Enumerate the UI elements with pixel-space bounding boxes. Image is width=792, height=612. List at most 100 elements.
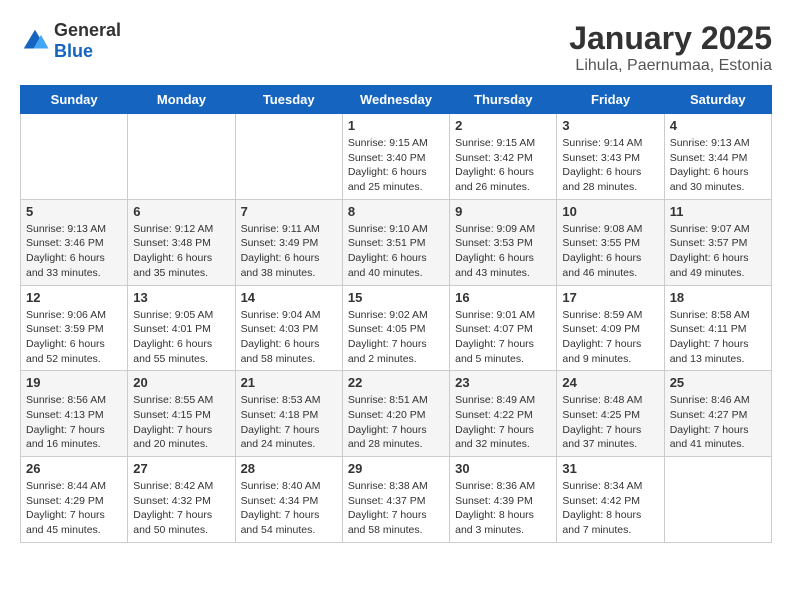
day-number-7: 7 (241, 204, 337, 219)
day-info-18: Sunrise: 8:58 AM Sunset: 4:11 PM Dayligh… (670, 308, 766, 367)
day-number-13: 13 (133, 290, 229, 305)
day-cell-5: 5 Sunrise: 9:13 AM Sunset: 3:46 PM Daylig… (21, 199, 128, 285)
week-row-2: 5 Sunrise: 9:13 AM Sunset: 3:46 PM Daylig… (21, 199, 772, 285)
day-info-9: Sunrise: 9:09 AM Sunset: 3:53 PM Dayligh… (455, 222, 551, 281)
day-number-6: 6 (133, 204, 229, 219)
weekday-header-tuesday: Tuesday (235, 86, 342, 114)
day-number-26: 26 (26, 461, 122, 476)
day-number-31: 31 (562, 461, 658, 476)
title-block: January 2025 Lihula, Paernumaa, Estonia (569, 20, 772, 75)
day-cell-29: 29Sunrise: 8:38 AM Sunset: 4:37 PM Dayli… (342, 457, 449, 543)
day-number-4: 4 (670, 118, 766, 133)
weekday-header-friday: Friday (557, 86, 664, 114)
day-info-31: Sunrise: 8:34 AM Sunset: 4:42 PM Dayligh… (562, 479, 658, 538)
day-info-26: Sunrise: 8:44 AM Sunset: 4:29 PM Dayligh… (26, 479, 122, 538)
day-info-7: Sunrise: 9:11 AM Sunset: 3:49 PM Dayligh… (241, 222, 337, 281)
day-number-8: 8 (348, 204, 444, 219)
day-info-24: Sunrise: 8:48 AM Sunset: 4:25 PM Dayligh… (562, 393, 658, 452)
day-info-1: Sunrise: 9:15 AM Sunset: 3:40 PM Dayligh… (348, 136, 444, 195)
day-number-30: 30 (455, 461, 551, 476)
day-info-15: Sunrise: 9:02 AM Sunset: 4:05 PM Dayligh… (348, 308, 444, 367)
day-info-11: Sunrise: 9:07 AM Sunset: 3:57 PM Dayligh… (670, 222, 766, 281)
day-cell-20: 20Sunrise: 8:55 AM Sunset: 4:15 PM Dayli… (128, 371, 235, 457)
day-number-23: 23 (455, 375, 551, 390)
day-cell-17: 17Sunrise: 8:59 AM Sunset: 4:09 PM Dayli… (557, 285, 664, 371)
day-number-17: 17 (562, 290, 658, 305)
day-cell-4: 4 Sunrise: 9:13 AM Sunset: 3:44 PM Daylig… (664, 114, 771, 200)
day-cell-23: 23Sunrise: 8:49 AM Sunset: 4:22 PM Dayli… (450, 371, 557, 457)
weekday-header-row: SundayMondayTuesdayWednesdayThursdayFrid… (21, 86, 772, 114)
day-cell-18: 18 Sunrise: 8:58 AM Sunset: 4:11 PM Dayli… (664, 285, 771, 371)
day-info-16: Sunrise: 9:01 AM Sunset: 4:07 PM Dayligh… (455, 308, 551, 367)
weekday-header-thursday: Thursday (450, 86, 557, 114)
day-cell-26: 26 Sunrise: 8:44 AM Sunset: 4:29 PM Dayli… (21, 457, 128, 543)
day-number-16: 16 (455, 290, 551, 305)
day-cell-16: 16 Sunrise: 9:01 AM Sunset: 4:07 PM Dayli… (450, 285, 557, 371)
page-header: General Blue January 2025 Lihula, Paernu… (20, 20, 772, 75)
day-cell-10: 10 Sunrise: 9:08 AM Sunset: 3:55 PM Dayli… (557, 199, 664, 285)
day-info-2: Sunrise: 9:15 AM Sunset: 3:42 PM Dayligh… (455, 136, 551, 195)
day-cell-3: 3 Sunrise: 9:14 AM Sunset: 3:43 PM Daylig… (557, 114, 664, 200)
day-cell-25: 25 Sunrise: 8:46 AM Sunset: 4:27 PM Dayli… (664, 371, 771, 457)
day-number-15: 15 (348, 290, 444, 305)
day-info-6: Sunrise: 9:12 AM Sunset: 3:48 PM Dayligh… (133, 222, 229, 281)
day-number-21: 21 (241, 375, 337, 390)
day-number-9: 9 (455, 204, 551, 219)
day-number-18: 18 (670, 290, 766, 305)
day-info-13: Sunrise: 9:05 AM Sunset: 4:01 PM Dayligh… (133, 308, 229, 367)
day-info-30: Sunrise: 8:36 AM Sunset: 4:39 PM Dayligh… (455, 479, 551, 538)
day-cell-28: 28 Sunrise: 8:40 AM Sunset: 4:34 PM Dayli… (235, 457, 342, 543)
day-number-20: 20 (133, 375, 229, 390)
day-number-27: 27 (133, 461, 229, 476)
day-number-10: 10 (562, 204, 658, 219)
logo-text-blue: Blue (54, 41, 93, 61)
calendar-subtitle: Lihula, Paernumaa, Estonia (569, 57, 772, 75)
day-cell-7: 7 Sunrise: 9:11 AM Sunset: 3:49 PM Daylig… (235, 199, 342, 285)
day-number-11: 11 (670, 204, 766, 219)
logo-text-general: General (54, 20, 121, 40)
day-number-14: 14 (241, 290, 337, 305)
day-info-12: Sunrise: 9:06 AM Sunset: 3:59 PM Dayligh… (26, 308, 122, 367)
day-number-25: 25 (670, 375, 766, 390)
day-cell-22: 22Sunrise: 8:51 AM Sunset: 4:20 PM Dayli… (342, 371, 449, 457)
week-row-5: 26 Sunrise: 8:44 AM Sunset: 4:29 PM Dayli… (21, 457, 772, 543)
day-info-3: Sunrise: 9:14 AM Sunset: 3:43 PM Dayligh… (562, 136, 658, 195)
day-info-19: Sunrise: 8:56 AM Sunset: 4:13 PM Dayligh… (26, 393, 122, 452)
day-cell-27: 27 Sunrise: 8:42 AM Sunset: 4:32 PM Dayli… (128, 457, 235, 543)
day-info-5: Sunrise: 9:13 AM Sunset: 3:46 PM Dayligh… (26, 222, 122, 281)
day-info-27: Sunrise: 8:42 AM Sunset: 4:32 PM Dayligh… (133, 479, 229, 538)
day-number-28: 28 (241, 461, 337, 476)
day-info-4: Sunrise: 9:13 AM Sunset: 3:44 PM Dayligh… (670, 136, 766, 195)
day-number-19: 19 (26, 375, 122, 390)
day-cell-6: 6 Sunrise: 9:12 AM Sunset: 3:48 PM Daylig… (128, 199, 235, 285)
logo-icon (20, 26, 50, 56)
day-number-2: 2 (455, 118, 551, 133)
week-row-1: 1 Sunrise: 9:15 AM Sunset: 3:40 PM Daylig… (21, 114, 772, 200)
day-number-5: 5 (26, 204, 122, 219)
day-number-3: 3 (562, 118, 658, 133)
weekday-header-monday: Monday (128, 86, 235, 114)
day-info-8: Sunrise: 9:10 AM Sunset: 3:51 PM Dayligh… (348, 222, 444, 281)
day-cell-1: 1 Sunrise: 9:15 AM Sunset: 3:40 PM Daylig… (342, 114, 449, 200)
day-number-1: 1 (348, 118, 444, 133)
day-cell-12: 12 Sunrise: 9:06 AM Sunset: 3:59 PM Dayli… (21, 285, 128, 371)
day-cell-21: 21 Sunrise: 8:53 AM Sunset: 4:18 PM Dayli… (235, 371, 342, 457)
day-info-21: Sunrise: 8:53 AM Sunset: 4:18 PM Dayligh… (241, 393, 337, 452)
logo: General Blue (20, 20, 121, 62)
weekday-header-wednesday: Wednesday (342, 86, 449, 114)
day-cell-15: 15 Sunrise: 9:02 AM Sunset: 4:05 PM Dayli… (342, 285, 449, 371)
day-cell-13: 13 Sunrise: 9:05 AM Sunset: 4:01 PM Dayli… (128, 285, 235, 371)
day-info-14: Sunrise: 9:04 AM Sunset: 4:03 PM Dayligh… (241, 308, 337, 367)
day-number-24: 24 (562, 375, 658, 390)
day-info-10: Sunrise: 9:08 AM Sunset: 3:55 PM Dayligh… (562, 222, 658, 281)
day-number-12: 12 (26, 290, 122, 305)
day-info-29: Sunrise: 8:38 AM Sunset: 4:37 PM Dayligh… (348, 479, 444, 538)
day-info-28: Sunrise: 8:40 AM Sunset: 4:34 PM Dayligh… (241, 479, 337, 538)
calendar-table: SundayMondayTuesdayWednesdayThursdayFrid… (20, 85, 772, 543)
week-row-4: 19 Sunrise: 8:56 AM Sunset: 4:13 PM Dayli… (21, 371, 772, 457)
day-cell-9: 9 Sunrise: 9:09 AM Sunset: 3:53 PM Daylig… (450, 199, 557, 285)
day-info-25: Sunrise: 8:46 AM Sunset: 4:27 PM Dayligh… (670, 393, 766, 452)
empty-cell (21, 114, 128, 200)
calendar-body: 1 Sunrise: 9:15 AM Sunset: 3:40 PM Daylig… (21, 114, 772, 543)
day-number-22: 22 (348, 375, 444, 390)
